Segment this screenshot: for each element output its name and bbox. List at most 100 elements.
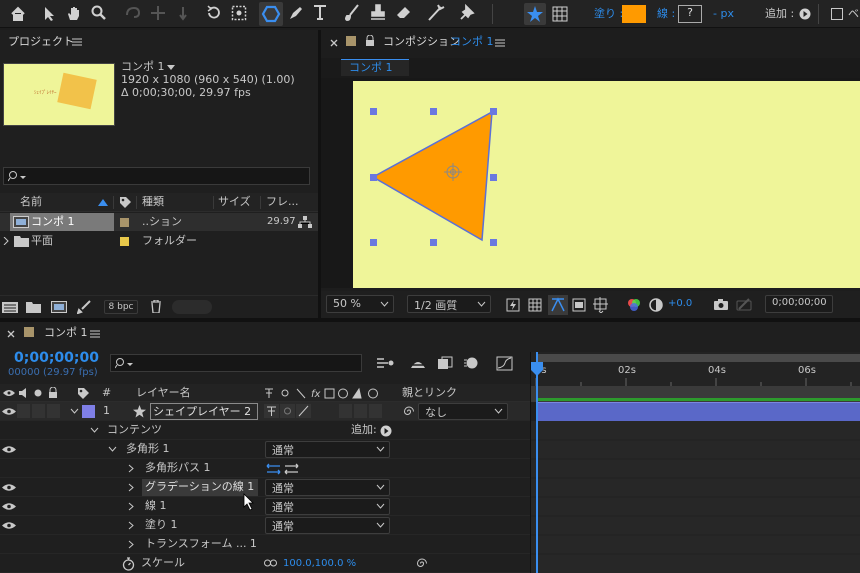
comp-dropdown-icon[interactable] (167, 65, 175, 71)
property-group-row[interactable]: トランスフォーム ... 1 (0, 535, 530, 554)
work-area-bar[interactable] (536, 354, 860, 362)
layer-switches-icons[interactable]: fx (263, 387, 383, 400)
exposure-value[interactable]: +0.0 (668, 297, 692, 311)
chevron-right-icon[interactable] (3, 237, 9, 245)
type-tool-icon[interactable] (313, 4, 329, 22)
shy-switch[interactable] (264, 404, 279, 418)
3d-layer-switch[interactable] (369, 404, 382, 418)
playhead[interactable] (536, 352, 538, 573)
col-parent-link[interactable]: 親とリンク (402, 386, 457, 400)
comp-tab[interactable]: コンポ 1 (341, 59, 409, 76)
timeline-tab[interactable]: コンポ 1 (44, 326, 88, 340)
lock-icon[interactable] (365, 35, 375, 47)
chevron-right-icon[interactable] (128, 540, 134, 549)
camera-tool-icon[interactable] (231, 5, 247, 21)
shy-layers-icon[interactable] (409, 356, 427, 370)
chevron-right-icon[interactable] (128, 464, 134, 473)
label-color-swatch[interactable] (120, 237, 129, 246)
eye-icon[interactable] (2, 407, 16, 417)
audio-switch-icon[interactable] (19, 388, 29, 398)
motion-blur-icon[interactable] (463, 356, 479, 370)
lock-switch-icon[interactable] (48, 387, 58, 399)
eye-icon[interactable] (2, 483, 16, 493)
audio-toggle[interactable] (17, 404, 30, 418)
sort-ascending-icon[interactable] (98, 199, 108, 206)
color-channels-icon[interactable] (626, 297, 642, 313)
project-panel-title[interactable]: プロジェクト (8, 35, 74, 49)
trash-icon[interactable] (150, 300, 162, 313)
mask-visibility-icon[interactable] (548, 295, 568, 315)
property-group-row[interactable]: 多角形 1 通常 (0, 440, 530, 459)
col-layer-name[interactable]: レイヤー名 (136, 386, 191, 400)
comp-panel-title[interactable]: コンポジション (383, 35, 460, 49)
close-icon[interactable] (7, 330, 15, 338)
selection-tool-icon[interactable] (43, 6, 57, 22)
eye-icon[interactable] (2, 502, 16, 512)
col-type[interactable]: 種類 (142, 195, 164, 209)
project-item-row[interactable]: 平面 フォルダー (0, 232, 318, 250)
puppet-pin-icon[interactable] (458, 4, 476, 22)
col-size[interactable]: サイズ (218, 195, 251, 209)
clone-stamp-icon[interactable] (370, 4, 386, 22)
polygon-tool-icon[interactable] (259, 2, 283, 26)
timeline-search[interactable] (110, 354, 362, 372)
eraser-tool-icon[interactable] (395, 5, 413, 21)
brush-tool-icon[interactable] (344, 4, 360, 22)
blend-mode-dropdown[interactable]: 通常 (265, 498, 390, 515)
quality-switch[interactable] (296, 404, 311, 418)
guides-icon[interactable] (593, 297, 609, 313)
chevron-down-icon[interactable] (70, 408, 79, 415)
undo-rotate-icon[interactable] (206, 5, 222, 21)
composition-flowchart-icon[interactable] (376, 357, 394, 369)
solo-switch-icon[interactable] (34, 389, 42, 397)
chevron-down-icon[interactable] (90, 427, 99, 434)
collapse-switch[interactable] (280, 404, 295, 418)
comp-name[interactable]: コンポ 1 (121, 60, 165, 74)
chevron-right-icon[interactable] (128, 483, 134, 492)
close-icon[interactable] (330, 39, 338, 47)
col-number[interactable]: # (102, 386, 111, 400)
pin-tool-icon[interactable] (175, 5, 191, 21)
layer-duration-bar[interactable] (536, 402, 860, 421)
eye-icon[interactable] (2, 445, 16, 455)
layer-row[interactable]: 1 シェイプレイヤー 2 なし (0, 402, 530, 421)
blend-mode-dropdown[interactable]: 通常 (265, 479, 390, 496)
panel-menu-icon[interactable] (72, 37, 82, 47)
constrain-proportions-icon[interactable] (264, 559, 277, 567)
scale-property-row[interactable]: スケール 100.0,100.0 % (0, 554, 530, 573)
comp-viewport[interactable] (321, 78, 860, 288)
chevron-down-icon[interactable] (108, 446, 117, 453)
col-name[interactable]: 名前 (20, 195, 42, 209)
fast-preview-icon[interactable] (506, 298, 520, 312)
new-folder-icon[interactable] (26, 301, 42, 313)
grid-icon[interactable] (552, 6, 568, 22)
frame-blending-icon[interactable] (437, 356, 453, 370)
star-icon[interactable] (524, 3, 546, 25)
graph-editor-icon[interactable] (496, 355, 514, 371)
eye-icon[interactable] (2, 521, 16, 531)
show-snapshot-icon[interactable] (736, 297, 752, 312)
layer-name[interactable]: シェイプレイヤー 2 (150, 403, 258, 420)
zoom-tool-icon[interactable] (91, 5, 107, 21)
pick-whip-icon[interactable] (401, 405, 414, 418)
fill-swatch[interactable] (622, 5, 646, 23)
snapshot-camera-icon[interactable] (713, 298, 729, 311)
pick-whip-icon[interactable] (414, 557, 427, 570)
timecode-field[interactable]: 0;00;00;00 (765, 295, 833, 313)
scale-value[interactable]: 100.0,100.0 % (283, 557, 356, 571)
resolution-dropdown[interactable]: 1/2 画質 (407, 295, 491, 313)
video-switch-icon[interactable] (3, 389, 15, 397)
home-icon[interactable] (10, 6, 26, 22)
label-color-swatch[interactable] (120, 218, 129, 227)
stopwatch-icon[interactable] (122, 557, 135, 571)
contents-row[interactable]: コンテンツ 追加: (0, 421, 530, 440)
parent-dropdown[interactable]: なし (418, 403, 508, 420)
playhead-handle-icon[interactable] (531, 362, 543, 376)
layer-label-color[interactable] (82, 405, 95, 418)
lock-toggle[interactable] (47, 404, 60, 418)
effects-switch[interactable] (339, 404, 352, 418)
flowchart-icon[interactable] (298, 216, 312, 228)
chevron-right-icon[interactable] (128, 521, 134, 530)
pen-tool-icon[interactable] (288, 5, 304, 21)
hand-tool-icon[interactable] (66, 5, 82, 21)
